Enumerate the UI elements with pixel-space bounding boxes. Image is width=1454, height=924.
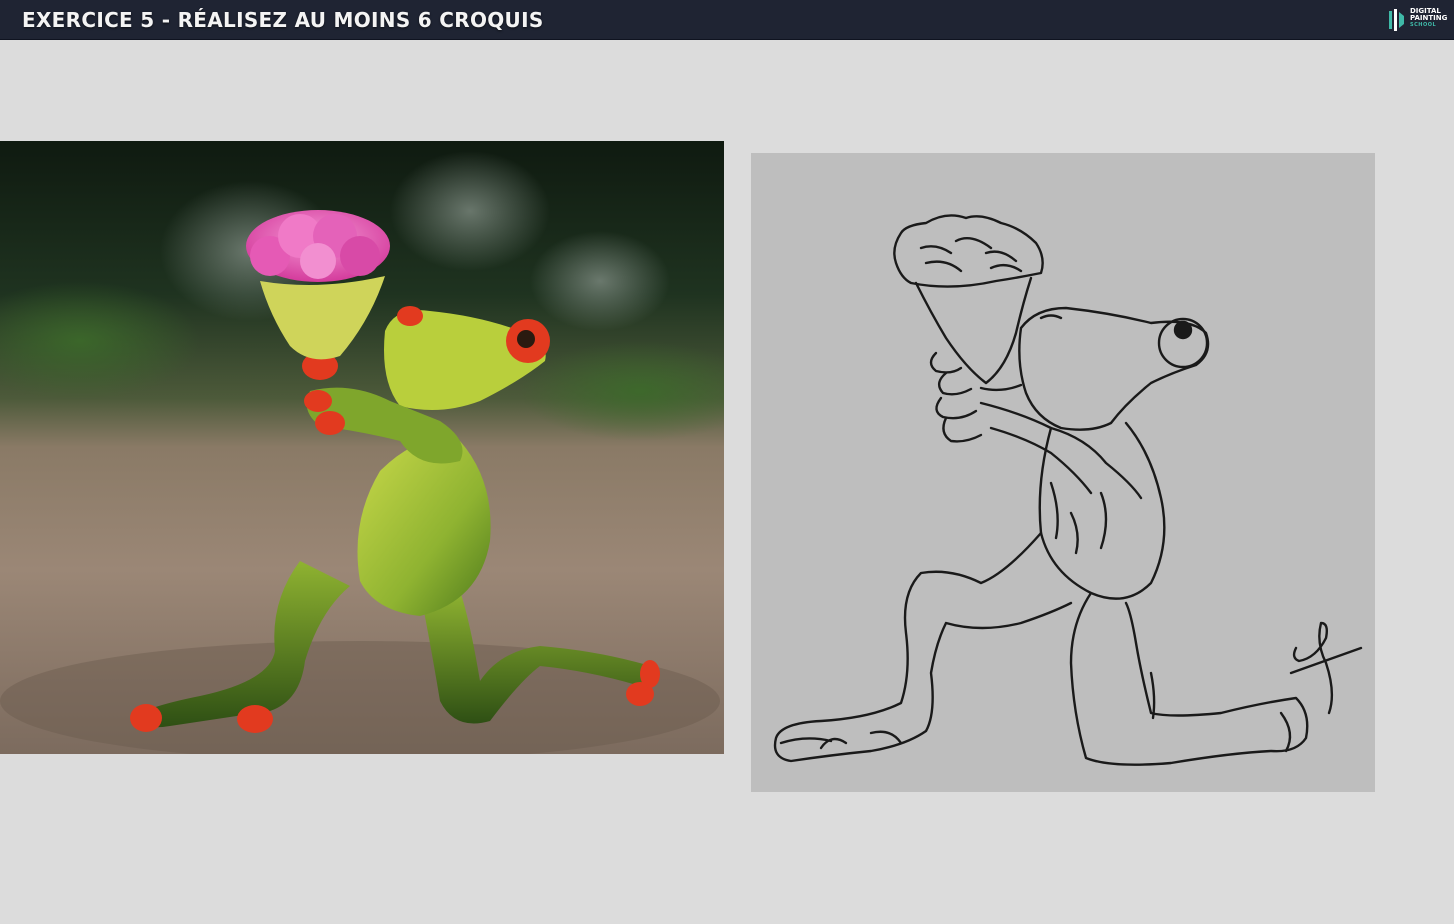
logo-text: DIGITAL PAINTING SCHOOL	[1410, 8, 1448, 29]
frog-sketch-drawing	[773, 214, 1363, 766]
frog-photo-illustration	[0, 141, 724, 754]
title-bar: EXERCICE 5 - RÉALISEZ AU MOINS 6 CROQUIS…	[0, 0, 1454, 40]
reference-photo	[0, 141, 724, 754]
sketch-panel	[751, 153, 1375, 792]
exercise-title: EXERCICE 5 - RÉALISEZ AU MOINS 6 CROQUIS	[22, 8, 544, 32]
brush-logo-icon	[1389, 9, 1404, 31]
digital-painting-school-logo: DIGITAL PAINTING SCHOOL	[1388, 7, 1448, 33]
logo-line-school: SCHOOL	[1410, 22, 1437, 28]
logo-line-painting: PAINTING	[1410, 14, 1448, 22]
